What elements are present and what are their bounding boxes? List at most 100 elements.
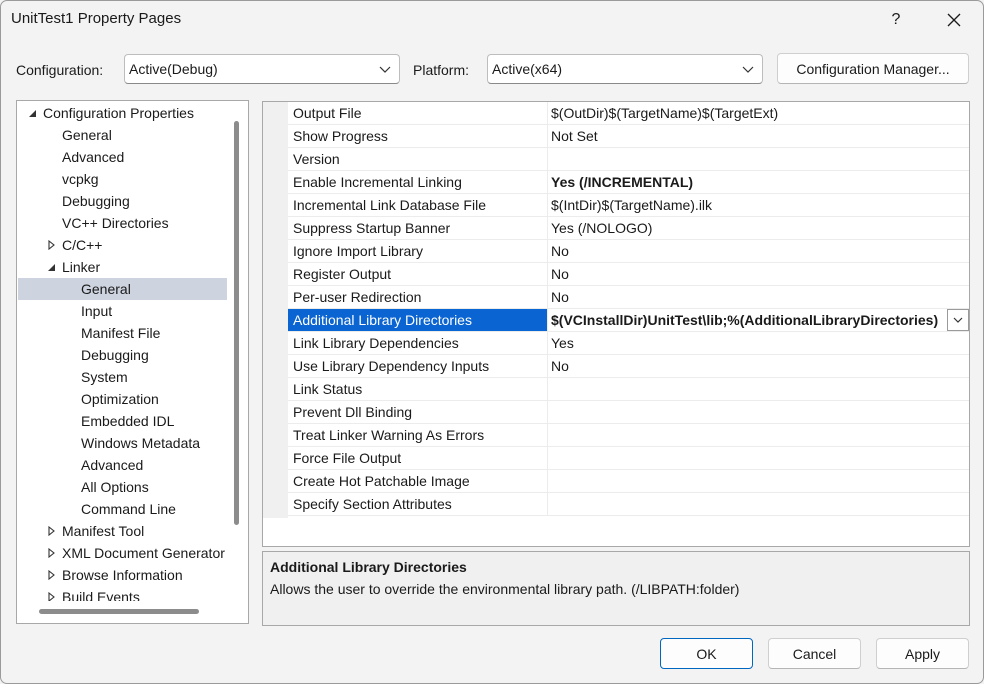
property-value[interactable] <box>547 424 969 446</box>
property-row[interactable]: Suppress Startup Banner Yes (/NOLOGO) <box>288 217 969 240</box>
property-name[interactable]: Prevent Dll Binding <box>288 401 547 423</box>
tree-item-label: Advanced <box>81 457 144 473</box>
property-row[interactable]: Additional Library Directories $(VCInstal… <box>288 309 969 332</box>
property-value[interactable]: $(IntDir)$(TargetName).ilk <box>547 194 969 216</box>
property-row[interactable]: Ignore Import Library No <box>288 240 969 263</box>
property-row[interactable]: Link Status <box>288 378 969 401</box>
tree-item[interactable]: Advanced <box>18 454 227 476</box>
property-name[interactable]: Show Progress <box>288 125 547 147</box>
property-value[interactable] <box>547 493 969 515</box>
property-value[interactable] <box>547 148 969 170</box>
property-row[interactable]: Prevent Dll Binding <box>288 401 969 424</box>
tree-item[interactable]: Optimization <box>18 388 227 410</box>
property-name[interactable]: Ignore Import Library <box>288 240 547 262</box>
tree-item[interactable]: Windows Metadata <box>18 432 227 454</box>
property-row[interactable]: Version <box>288 148 969 171</box>
platform-dropdown[interactable]: Active(x64) <box>487 54 763 84</box>
tree-item[interactable]: Debugging <box>18 190 227 212</box>
tree-vertical-scrollbar[interactable] <box>234 121 239 525</box>
tree-item[interactable]: C/C++ <box>18 234 227 256</box>
tree-item[interactable]: System <box>18 366 227 388</box>
property-value-text: $(OutDir)$(TargetName)$(TargetExt) <box>551 105 779 121</box>
tree-item[interactable]: VC++ Directories <box>18 212 227 234</box>
configuration-manager-button[interactable]: Configuration Manager... <box>777 53 969 84</box>
close-button[interactable] <box>931 1 977 39</box>
property-value[interactable]: $(OutDir)$(TargetName)$(TargetExt) <box>547 102 969 124</box>
property-name[interactable]: Use Library Dependency Inputs <box>288 355 547 377</box>
expanded-triangle-icon[interactable] <box>45 256 57 278</box>
configuration-dropdown[interactable]: Active(Debug) <box>124 54 400 84</box>
property-row[interactable]: Output File $(OutDir)$(TargetName)$(Targe… <box>288 102 969 125</box>
property-name[interactable]: Register Output <box>288 263 547 285</box>
apply-button[interactable]: Apply <box>876 638 969 669</box>
property-name[interactable]: Incremental Link Database File <box>288 194 547 216</box>
property-value[interactable] <box>547 378 969 400</box>
property-value[interactable]: Yes (/NOLOGO) <box>547 217 969 239</box>
property-row[interactable]: Per-user Redirection No <box>288 286 969 309</box>
property-value-text: Yes (/NOLOGO) <box>551 220 653 236</box>
property-name[interactable]: Link Library Dependencies <box>288 332 547 354</box>
property-name[interactable]: Version <box>288 148 547 170</box>
property-row[interactable]: Use Library Dependency Inputs No <box>288 355 969 378</box>
property-row[interactable]: Treat Linker Warning As Errors <box>288 424 969 447</box>
property-value[interactable]: No <box>547 263 969 285</box>
tree-item-label: All Options <box>81 479 149 495</box>
tree-horizontal-scrollbar[interactable] <box>39 609 199 614</box>
property-value[interactable] <box>547 470 969 492</box>
property-row[interactable]: Register Output No <box>288 263 969 286</box>
property-value[interactable]: No <box>547 286 969 308</box>
property-name[interactable]: Enable Incremental Linking <box>288 171 547 193</box>
tree-item[interactable]: General <box>18 278 227 300</box>
property-value[interactable]: Yes (/INCREMENTAL) <box>547 171 969 193</box>
property-value[interactable]: No <box>547 355 969 377</box>
collapsed-triangle-icon[interactable] <box>45 234 57 256</box>
property-value[interactable]: Not Set <box>547 125 969 147</box>
property-row[interactable]: Show Progress Not Set <box>288 125 969 148</box>
tree-item[interactable]: All Options <box>18 476 227 498</box>
tree-item[interactable]: Browse Information <box>18 564 227 586</box>
property-value-text: Yes <box>551 335 574 351</box>
property-row[interactable]: Force File Output <box>288 447 969 470</box>
tree-item[interactable]: Build Events <box>18 586 227 601</box>
property-name[interactable]: Link Status <box>288 378 547 400</box>
property-row[interactable]: Create Hot Patchable Image <box>288 470 969 493</box>
tree-item[interactable]: Advanced <box>18 146 227 168</box>
collapsed-triangle-icon[interactable] <box>45 520 57 542</box>
property-value[interactable]: $(VCInstallDir)UnitTest\lib;%(Additional… <box>547 309 969 331</box>
tree-item[interactable]: Command Line <box>18 498 227 520</box>
property-name[interactable]: Specify Section Attributes <box>288 493 547 515</box>
property-row[interactable]: Link Library Dependencies Yes <box>288 332 969 355</box>
property-name[interactable]: Treat Linker Warning As Errors <box>288 424 547 446</box>
tree-item[interactable]: Configuration Properties <box>18 102 227 124</box>
tree-item[interactable]: Linker <box>18 256 227 278</box>
expanded-triangle-icon[interactable] <box>26 102 38 124</box>
cancel-button[interactable]: Cancel <box>768 638 861 669</box>
tree-item[interactable]: Embedded IDL <box>18 410 227 432</box>
ok-button[interactable]: OK <box>660 638 753 669</box>
property-name[interactable]: Force File Output <box>288 447 547 469</box>
collapsed-triangle-icon[interactable] <box>45 586 57 601</box>
help-button[interactable]: ? <box>873 1 919 39</box>
value-dropdown-button[interactable] <box>947 309 969 331</box>
property-row[interactable]: Specify Section Attributes <box>288 493 969 516</box>
tree-item[interactable]: vcpkg <box>18 168 227 190</box>
property-value[interactable]: Yes <box>547 332 969 354</box>
property-name[interactable]: Create Hot Patchable Image <box>288 470 547 492</box>
property-name[interactable]: Suppress Startup Banner <box>288 217 547 239</box>
collapsed-triangle-icon[interactable] <box>45 542 57 564</box>
property-value[interactable] <box>547 401 969 423</box>
property-name[interactable]: Per-user Redirection <box>288 286 547 308</box>
property-value[interactable]: No <box>547 240 969 262</box>
tree-item[interactable]: General <box>18 124 227 146</box>
tree-item[interactable]: Debugging <box>18 344 227 366</box>
property-row[interactable]: Enable Incremental Linking Yes (/INCREMEN… <box>288 171 969 194</box>
property-row[interactable]: Incremental Link Database File $(IntDir)$… <box>288 194 969 217</box>
property-value[interactable] <box>547 447 969 469</box>
property-name[interactable]: Output File <box>288 102 547 124</box>
property-name[interactable]: Additional Library Directories <box>288 309 547 331</box>
tree-item[interactable]: XML Document Generator <box>18 542 227 564</box>
collapsed-triangle-icon[interactable] <box>45 564 57 586</box>
tree-item[interactable]: Manifest File <box>18 322 227 344</box>
tree-item[interactable]: Manifest Tool <box>18 520 227 542</box>
tree-item[interactable]: Input <box>18 300 227 322</box>
